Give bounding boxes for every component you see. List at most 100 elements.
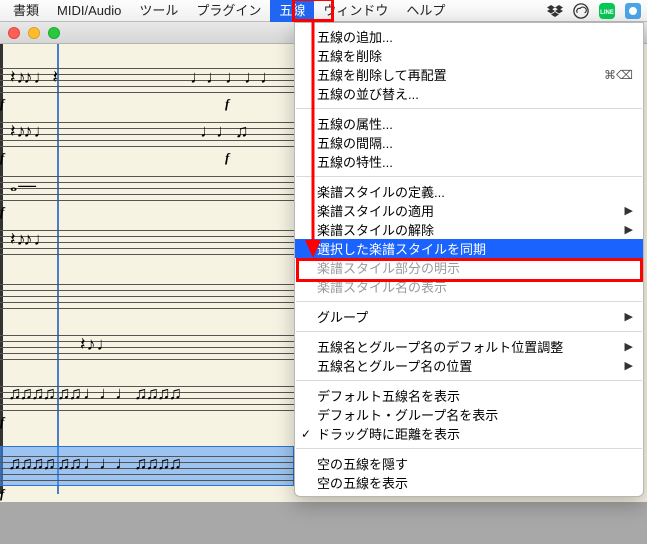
menu-add-staff[interactable]: 五線の追加... xyxy=(295,27,643,46)
music-notes: 𝄽 ♪♪ ♩ xyxy=(10,122,50,140)
menu-show-style-parts: 楽譜スタイル部分の明示 xyxy=(295,258,643,277)
menu-item-label: 五線名とグループ名のデフォルト位置調整 xyxy=(317,337,563,356)
menu-plugins[interactable]: プラグイン xyxy=(187,0,270,22)
menu-define-style[interactable]: 楽譜スタイルの定義... xyxy=(295,182,643,201)
close-button[interactable] xyxy=(8,27,20,39)
music-notes: ♫♫♫♫ ♫♫ ♩♩♩ ♫♫♫♫ xyxy=(8,384,180,402)
music-notes: 𝄽 ♪♪ ♩ 𝄽 xyxy=(10,68,56,86)
staff-row-selected[interactable]: f ♫♫♫♫ ♫♫ ♩♩♩ ♫♫♫♫ xyxy=(0,450,294,482)
menu-item-label: デフォルト・グループ名を表示 xyxy=(317,405,498,424)
menu-item-label: デフォルト五線名を表示 xyxy=(317,386,460,405)
menu-item-label: 五線の間隔... xyxy=(317,133,393,152)
menu-show-default-staff-names[interactable]: デフォルト五線名を表示 xyxy=(295,386,643,405)
menu-staff-properties[interactable]: 五線の特性... xyxy=(295,152,643,171)
menu-name-position[interactable]: 五線名とグループ名の位置 ▶ xyxy=(295,356,643,375)
line-icon[interactable]: LINE xyxy=(599,3,615,19)
menu-default-name-position[interactable]: 五線名とグループ名のデフォルト位置調整 ▶ xyxy=(295,337,643,356)
menu-clear-style[interactable]: 楽譜スタイルの解除 ▶ xyxy=(295,220,643,239)
staff-row[interactable]: f ♫♫♫♫ ♫♫ ♩♩♩ ♫♫♫♫ xyxy=(0,380,294,412)
menu-item-label: 選択した楽譜スタイルを同期 xyxy=(317,239,486,258)
menu-item-label: ドラッグ時に距離を表示 xyxy=(317,424,460,443)
maximize-button[interactable] xyxy=(48,27,60,39)
staff-row[interactable] xyxy=(0,278,294,310)
score-bottom-edge xyxy=(0,502,647,514)
staff-row[interactable]: f 𝅝 — xyxy=(0,170,294,202)
menu-group[interactable]: グループ ▶ xyxy=(295,307,643,326)
menubar-status-area: LINE xyxy=(547,3,647,19)
menu-separator xyxy=(296,331,642,332)
submenu-arrow-icon: ▶ xyxy=(625,204,633,217)
menu-item-label: 五線の属性... xyxy=(317,114,393,133)
submenu-arrow-icon: ▶ xyxy=(625,340,633,353)
dynamic-marking: f xyxy=(0,96,4,112)
menu-item-label: 楽譜スタイル名の表示 xyxy=(317,277,447,296)
menu-item-label: 楽譜スタイルの解除 xyxy=(317,220,434,239)
staff-menu-dropdown: 五線の追加... 五線を削除 五線を削除して再配置 ⌘⌫ 五線の並び替え... … xyxy=(294,22,644,497)
creative-cloud-icon[interactable] xyxy=(573,3,589,19)
menu-show-style-names: 楽譜スタイル名の表示 xyxy=(295,277,643,296)
menu-staff-attributes[interactable]: 五線の属性... xyxy=(295,114,643,133)
menu-item-label: 五線を削除 xyxy=(317,46,382,65)
menu-item-label: 五線の追加... xyxy=(317,27,393,46)
dynamic-marking: f xyxy=(0,486,4,502)
menu-show-empty-staves[interactable]: 空の五線を表示 xyxy=(295,473,643,492)
menu-show-default-group-names[interactable]: デフォルト・グループ名を表示 xyxy=(295,405,643,424)
minimize-button[interactable] xyxy=(28,27,40,39)
app-status-icon[interactable] xyxy=(625,3,641,19)
dynamic-marking: f xyxy=(225,150,229,166)
staff-row[interactable]: f f 𝄽 ♪♪ ♩ ♩♩ ♫ xyxy=(0,116,294,148)
menu-separator xyxy=(296,448,642,449)
menu-item-label: 楽譜スタイルの適用 xyxy=(317,201,434,220)
menu-separator xyxy=(296,380,642,381)
menu-separator xyxy=(296,176,642,177)
menu-item-label: 楽譜スタイル部分の明示 xyxy=(317,258,460,277)
staff-row[interactable]: f f 𝄽 ♪♪ ♩ 𝄽 ♩♩ ♩ ♩♩ xyxy=(0,62,294,94)
menu-window[interactable]: ウィンドウ xyxy=(314,0,397,22)
menu-sync-selected-style[interactable]: 選択した楽譜スタイルを同期 xyxy=(295,239,643,258)
menu-document[interactable]: 書類 xyxy=(4,0,48,22)
menu-item-label: 楽譜スタイルの定義... xyxy=(317,182,445,201)
barline-selected xyxy=(57,44,59,494)
music-notes: 𝄽 ♪ ♩ xyxy=(80,335,113,353)
menu-item-label: 五線名とグループ名の位置 xyxy=(317,356,472,375)
music-notes: ♩♩ ♩ ♩♩ xyxy=(190,68,276,86)
menu-reorder-staff[interactable]: 五線の並び替え... xyxy=(295,84,643,103)
menu-help[interactable]: ヘルプ xyxy=(397,0,454,22)
window-controls xyxy=(8,27,60,39)
menu-item-label: 空の五線を表示 xyxy=(317,473,408,492)
menu-hide-empty-staves[interactable]: 空の五線を隠す xyxy=(295,454,643,473)
music-notes: ♩♩ ♫ xyxy=(200,122,247,140)
staff-row[interactable]: 𝄽 ♪ ♩ xyxy=(0,329,294,361)
shortcut-icon: ⌘⌫ xyxy=(604,68,633,82)
menu-staff[interactable]: 五線 xyxy=(270,0,314,22)
staff-row[interactable]: 𝄽 ♪♪ ♩ xyxy=(0,224,294,256)
menu-separator xyxy=(296,108,642,109)
music-notes: 𝄽 ♪♪ ♩ xyxy=(10,230,50,248)
menu-midi-audio[interactable]: MIDI/Audio xyxy=(48,0,130,22)
menu-item-label: グループ xyxy=(317,307,368,326)
system-menubar: 書類 MIDI/Audio ツール プラグイン 五線 ウィンドウ ヘルプ LIN… xyxy=(0,0,647,22)
music-notes: 𝅝 — xyxy=(10,176,34,194)
music-notes: ♫♫♫♫ ♫♫ ♩♩♩ ♫♫♫♫ xyxy=(8,454,180,472)
dynamic-marking: f xyxy=(0,150,4,166)
dynamic-marking: f xyxy=(0,414,4,430)
dynamic-marking: f xyxy=(0,204,4,220)
submenu-arrow-icon: ▶ xyxy=(625,310,633,323)
menu-show-drag-distance[interactable]: ✓ ドラッグ時に距離を表示 xyxy=(295,424,643,443)
checkmark-icon: ✓ xyxy=(301,427,311,441)
menu-apply-style[interactable]: 楽譜スタイルの適用 ▶ xyxy=(295,201,643,220)
menu-item-label: 五線を削除して再配置 xyxy=(317,65,447,84)
menu-item-label: 空の五線を隠す xyxy=(317,454,408,473)
menu-item-label: 五線の並び替え... xyxy=(317,84,419,103)
submenu-arrow-icon: ▶ xyxy=(625,223,633,236)
menu-tools[interactable]: ツール xyxy=(130,0,187,22)
menu-delete-reposition-staff[interactable]: 五線を削除して再配置 ⌘⌫ xyxy=(295,65,643,84)
submenu-arrow-icon: ▶ xyxy=(625,359,633,372)
svg-text:LINE: LINE xyxy=(600,10,614,16)
menu-separator xyxy=(296,301,642,302)
menu-item-label: 五線の特性... xyxy=(317,152,393,171)
dropbox-icon[interactable] xyxy=(547,3,563,19)
dynamic-marking: f xyxy=(225,96,229,112)
menu-staff-spacing[interactable]: 五線の間隔... xyxy=(295,133,643,152)
menu-delete-staff[interactable]: 五線を削除 xyxy=(295,46,643,65)
